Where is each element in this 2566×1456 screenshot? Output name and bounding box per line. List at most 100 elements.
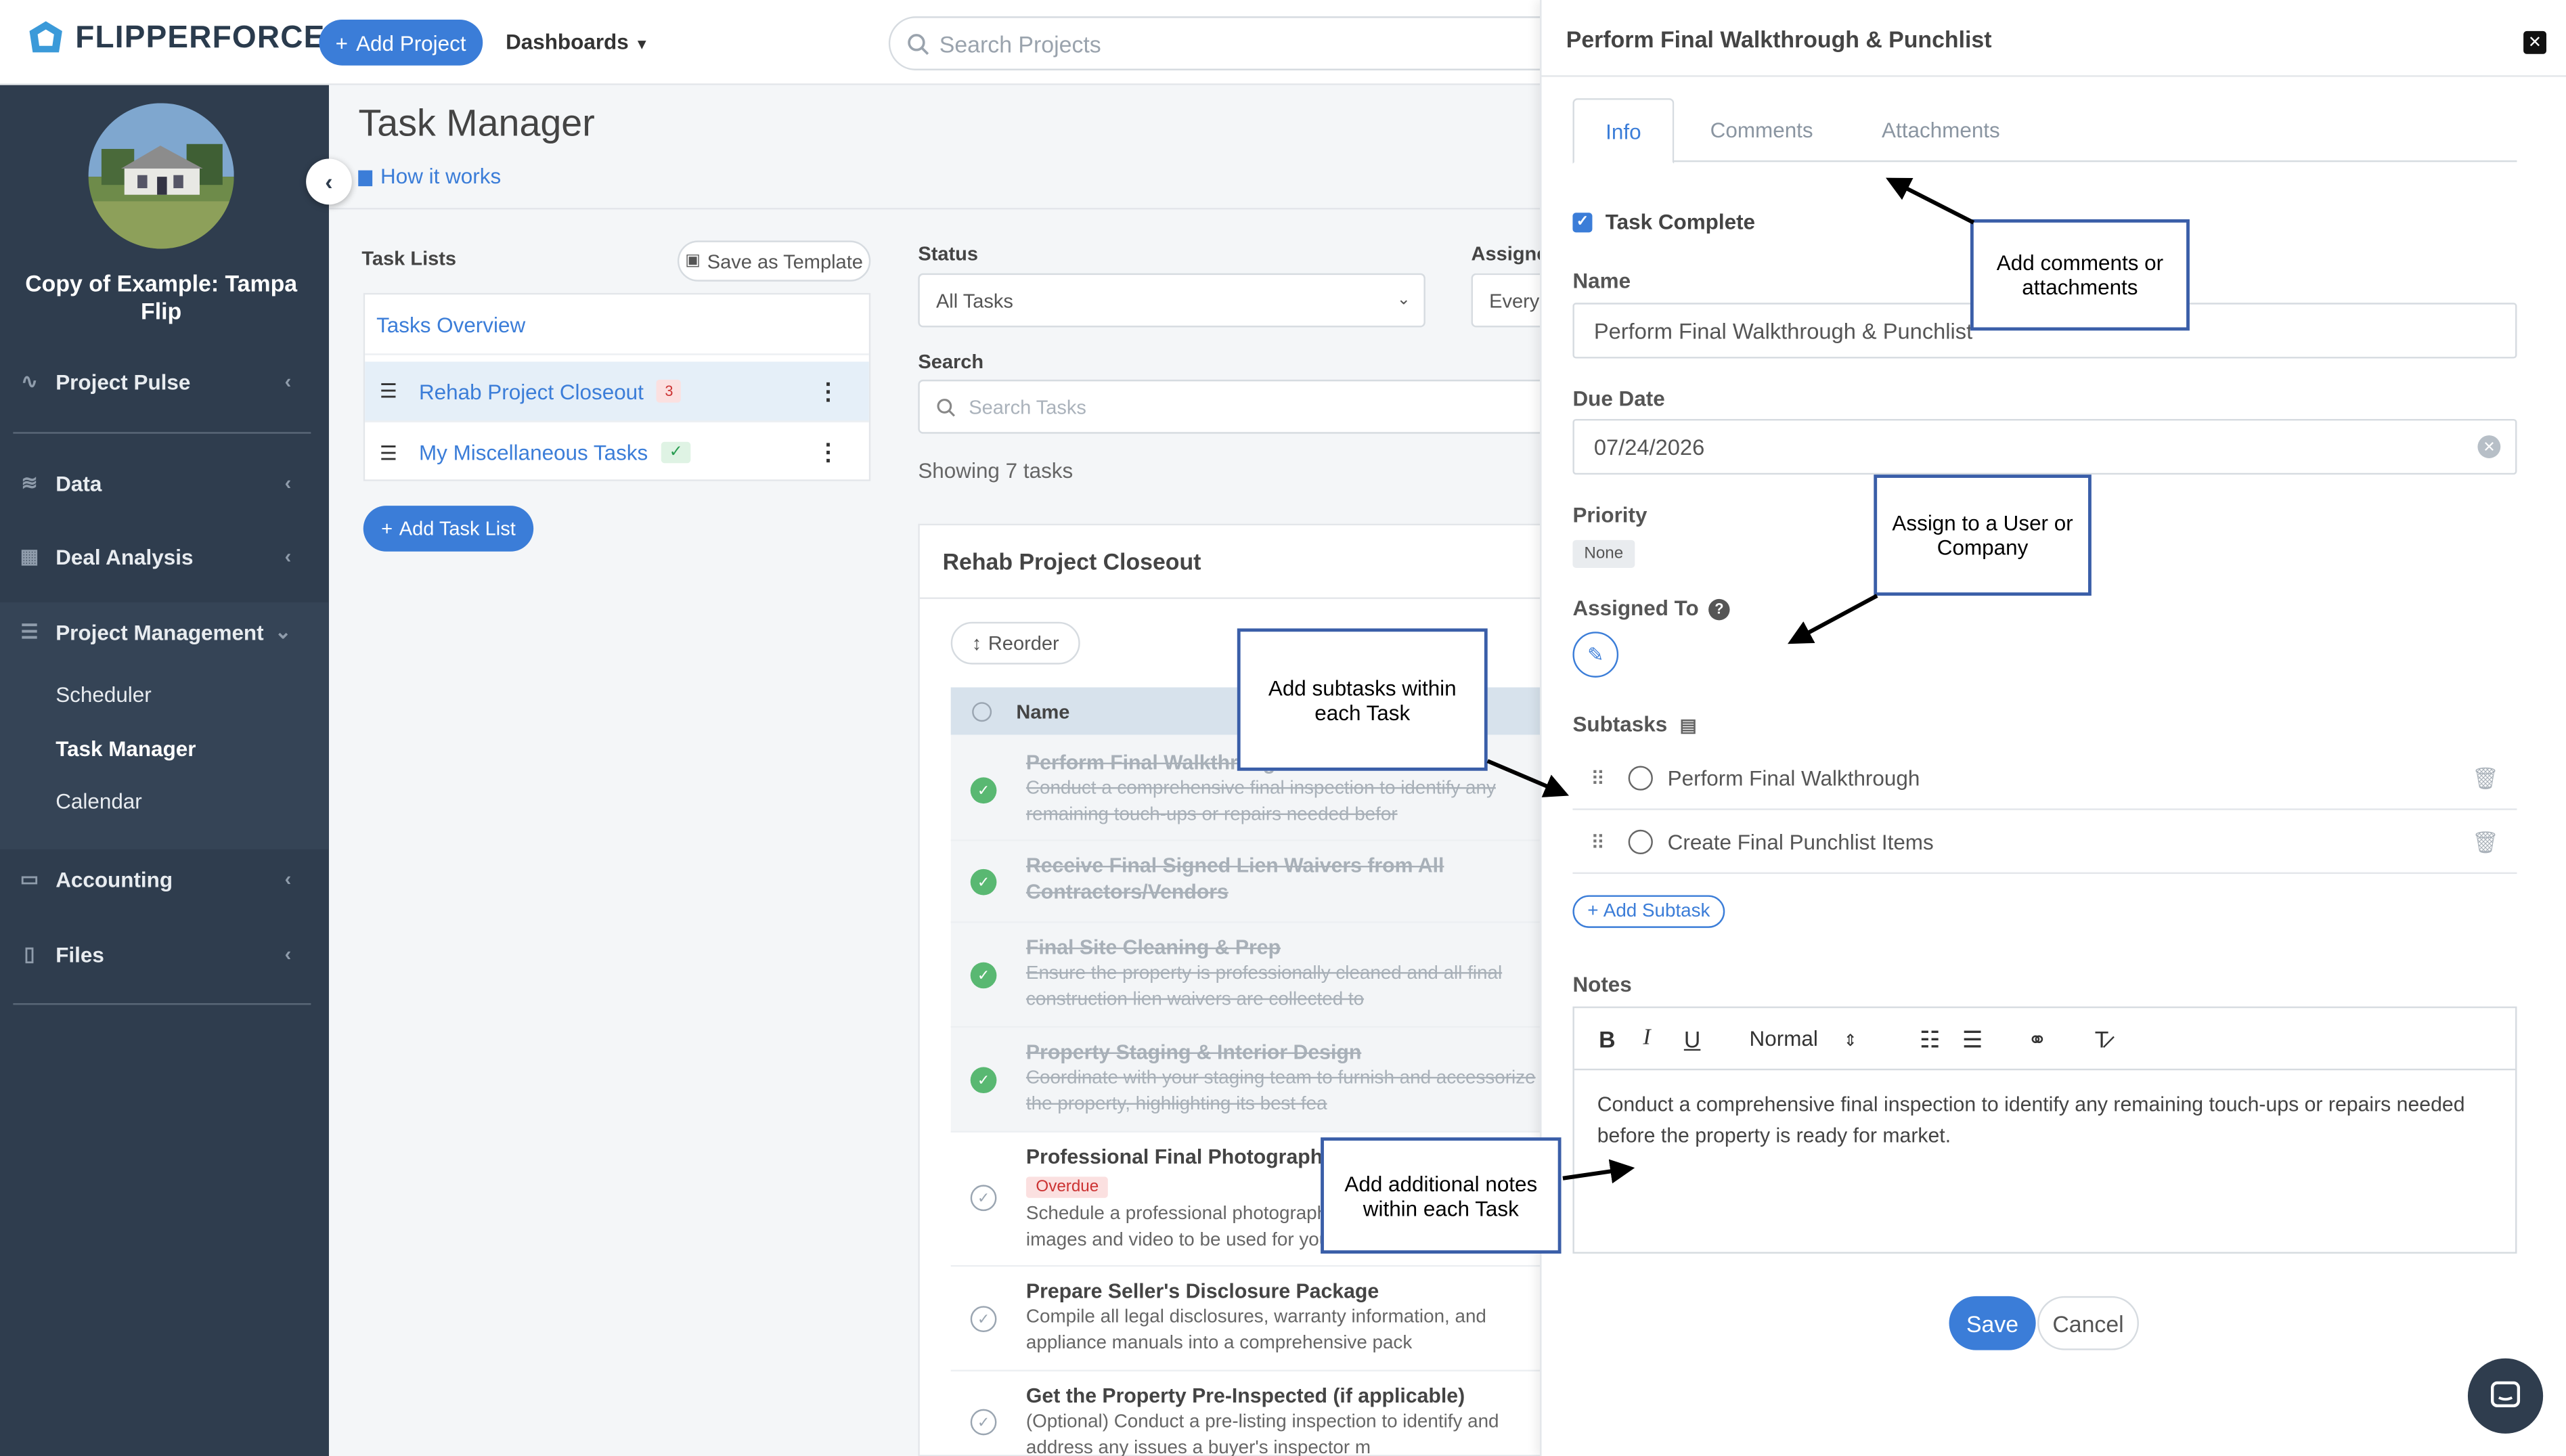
bullet-list-icon[interactable]: ☰	[1962, 1026, 1983, 1054]
dashboards-menu[interactable]: Dashboards ▼	[506, 30, 649, 54]
check-circle-icon[interactable]: ✓	[970, 777, 997, 804]
assigned-to-label: Assigned To?	[1572, 596, 1730, 620]
drag-handle-icon[interactable]: ⠿	[1591, 767, 1607, 790]
nav-accounting[interactable]: ▭ Accounting ‹	[16, 859, 311, 898]
table-row[interactable]: ✓ Get the Property Pre-Inspected (if app…	[951, 1371, 1558, 1456]
nav-divider	[13, 1003, 311, 1005]
drag-handle-icon[interactable]: ☰	[380, 441, 399, 464]
subtask-radio[interactable]	[1628, 829, 1653, 855]
tab-attachments[interactable]: Attachments	[1851, 98, 2031, 162]
link-icon[interactable]: ⚭	[2028, 1026, 2047, 1054]
tab-info[interactable]: Info	[1572, 98, 1675, 164]
callout-notes: Add additional notes within each Task	[1321, 1137, 1562, 1254]
task-complete-checkbox[interactable]: ✓ Task Complete	[1572, 209, 1755, 234]
check-circle-icon[interactable]: ✓	[970, 962, 997, 989]
chat-bubble-icon	[2491, 1381, 2521, 1408]
notes-content[interactable]: Conduct a comprehensive final inspection…	[1597, 1090, 2490, 1152]
task-list-misc[interactable]: ☰ My Miscellaneous Tasks ✓ ⋮	[365, 422, 869, 483]
edit-icon: ✎	[1587, 643, 1604, 667]
add-project-button[interactable]: + Add Project	[319, 20, 483, 66]
nav-label: Files	[56, 942, 104, 967]
nav-label: Accounting	[56, 866, 173, 891]
chevron-left-icon: ‹	[284, 471, 292, 495]
nav-scheduler[interactable]: Scheduler	[56, 682, 152, 707]
due-date-value: 07/24/2026	[1593, 434, 1705, 460]
notes-editor[interactable]: B I U Normal ⇕ ☷ ☰ ⚭ T̷ Conduct a compre…	[1572, 1006, 2517, 1254]
kebab-menu-icon[interactable]: ⋮	[816, 377, 839, 405]
ordered-list-icon[interactable]: ☷	[1920, 1026, 1940, 1054]
trash-icon[interactable]: 🗑	[2472, 829, 2499, 856]
reorder-button[interactable]: ↕ Reorder	[950, 621, 1080, 665]
subtasks-icon: ▤	[1679, 716, 1697, 736]
subtask-name: Create Final Punchlist Items	[1667, 829, 1934, 855]
task-list-overview[interactable]: Tasks Overview	[365, 294, 869, 355]
drag-handle-icon[interactable]: ⠿	[1591, 831, 1607, 854]
format-value: Normal	[1749, 1025, 1818, 1051]
nav-calendar[interactable]: Calendar	[56, 789, 142, 813]
clear-format-icon[interactable]: T̷	[2095, 1026, 2109, 1053]
assign-edit-button[interactable]: ✎	[1572, 632, 1619, 678]
table-row[interactable]: ✓ Final Site Cleaning & Prep Ensure the …	[950, 923, 1558, 1028]
cancel-button[interactable]: Cancel	[2037, 1296, 2139, 1350]
subtask-row[interactable]: ⠿ Perform Final Walkthrough 🗑	[1572, 748, 2517, 810]
priority-badge[interactable]: None	[1572, 539, 1635, 568]
clear-icon[interactable]: ✕	[2477, 435, 2501, 458]
trash-icon[interactable]: 🗑	[2472, 765, 2499, 791]
sort-icon: ⇕	[1843, 1032, 1857, 1051]
table-row[interactable]: ✓ Prepare Seller's Disclosure Package Co…	[950, 1266, 1558, 1372]
search-tasks-input[interactable]: Search Tasks	[918, 379, 1557, 434]
kebab-menu-icon[interactable]: ⋮	[816, 439, 839, 466]
checkbox-checked-icon[interactable]: ✓	[1572, 212, 1593, 232]
money-icon: ▭	[20, 867, 39, 891]
search-projects-input[interactable]: Search Projects	[888, 16, 1576, 70]
task-list-name: My Miscellaneous Tasks	[418, 440, 648, 465]
nav-deal-analysis[interactable]: ▦ Deal Analysis ‹	[16, 537, 311, 576]
how-it-works-link[interactable]: ▆ How it works	[358, 164, 501, 188]
project-avatar[interactable]	[88, 103, 234, 249]
brand-logo[interactable]: FLIPPERFORCE	[26, 20, 326, 59]
nav-task-manager[interactable]: Task Manager	[56, 736, 196, 761]
table-row[interactable]: ✓ Property Staging & Interior Design Coo…	[950, 1028, 1558, 1133]
list-icon: ☰	[20, 620, 39, 644]
underline-icon[interactable]: U	[1684, 1026, 1700, 1053]
check-circle-icon[interactable]: ✓	[970, 868, 997, 896]
nav-project-management[interactable]: ☰ Project Management ⌄	[16, 612, 311, 651]
tab-comments[interactable]: Comments	[1674, 98, 1849, 162]
due-date-field[interactable]: 07/24/2026 ✕	[1572, 418, 2517, 475]
add-subtask-button[interactable]: + Add Subtask	[1572, 895, 1725, 928]
task-complete-label: Task Complete	[1605, 209, 1756, 234]
check-circle-outline-icon[interactable]: ✓	[970, 1409, 997, 1436]
italic-icon[interactable]: I	[1643, 1026, 1650, 1053]
nav-data[interactable]: ≋ Data ‹	[16, 463, 311, 502]
task-list-rehab-closeout[interactable]: ☰ Rehab Project Closeout 3 ⋮	[365, 361, 869, 422]
collapse-sidebar-button[interactable]: ‹	[306, 158, 352, 205]
nav-label: Data	[56, 470, 102, 495]
search-tasks-placeholder: Search Tasks	[969, 395, 1086, 418]
nav-project-pulse[interactable]: ∿ Project Pulse ‹	[16, 361, 311, 401]
subtask-radio[interactable]	[1628, 766, 1653, 791]
subtask-row[interactable]: ⠿ Create Final Punchlist Items 🗑	[1572, 812, 2517, 875]
drag-handle-icon[interactable]: ☰	[380, 380, 399, 403]
select-all-check[interactable]	[972, 701, 992, 722]
save-as-template-button[interactable]: ▣ Save as Template	[677, 240, 871, 282]
task-detail-panel: Perform Final Walkthrough & Punchlist ✕ …	[1540, 0, 2566, 1456]
add-task-list-button[interactable]: + Add Task List	[363, 506, 534, 552]
add-project-label: Add Project	[356, 30, 466, 55]
assignee-label: Assignee	[1471, 242, 1541, 265]
chat-icon[interactable]	[2467, 1358, 2544, 1434]
nav-files[interactable]: ▯ Files ‹	[16, 935, 311, 974]
check-circle-outline-icon[interactable]: ✓	[970, 1306, 997, 1333]
help-icon[interactable]: ?	[1708, 598, 1730, 620]
name-column-header[interactable]: Name	[1016, 700, 1069, 723]
format-select[interactable]: Normal ⇕	[1750, 1026, 1857, 1051]
close-icon[interactable]: ✕	[2523, 30, 2546, 54]
status-select[interactable]: All Tasks ⌄	[918, 273, 1425, 328]
check-circle-icon[interactable]: ✓	[970, 1067, 997, 1094]
save-button[interactable]: Save	[1949, 1296, 2036, 1350]
plus-icon: +	[381, 517, 393, 540]
caret-down-icon: ▼	[634, 36, 650, 53]
bold-icon[interactable]: B	[1599, 1026, 1615, 1053]
table-row[interactable]: ✓ Receive Final Signed Lien Waivers from…	[950, 841, 1558, 923]
check-circle-outline-icon[interactable]: ✓	[970, 1185, 997, 1212]
add-task-list-label: Add Task List	[399, 517, 516, 540]
